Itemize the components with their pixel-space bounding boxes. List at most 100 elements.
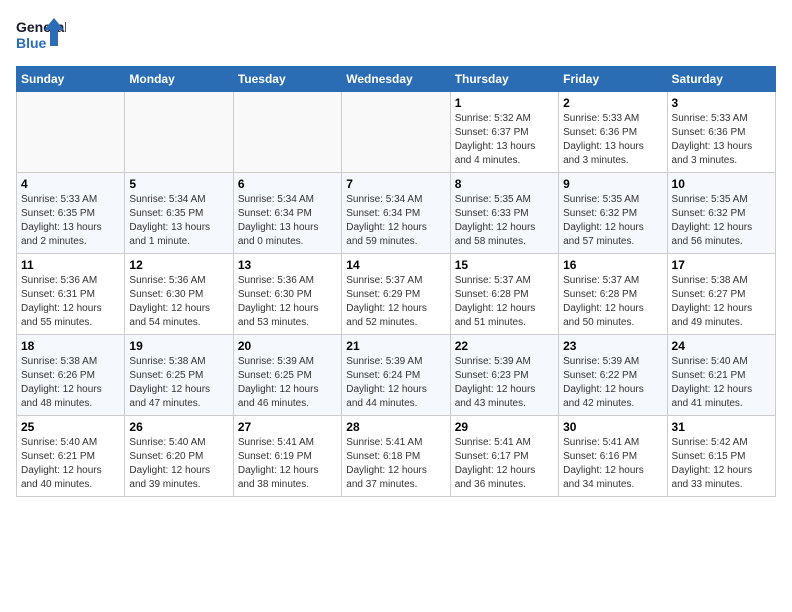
- day-number: 1: [455, 96, 554, 110]
- calendar-cell: 13 Sunrise: 5:36 AM Sunset: 6:30 PM Dayli…: [233, 254, 341, 335]
- day-info: Sunrise: 5:32 AM Sunset: 6:37 PM Dayligh…: [455, 112, 554, 168]
- day-number: 8: [455, 177, 554, 191]
- calendar-cell: 26 Sunrise: 5:40 AM Sunset: 6:20 PM Dayli…: [125, 416, 233, 497]
- day-info: Sunrise: 5:40 AM Sunset: 6:21 PM Dayligh…: [672, 355, 771, 411]
- day-number: 9: [563, 177, 662, 191]
- calendar-cell: 29 Sunrise: 5:41 AM Sunset: 6:17 PM Dayli…: [450, 416, 558, 497]
- calendar-cell: 20 Sunrise: 5:39 AM Sunset: 6:25 PM Dayli…: [233, 335, 341, 416]
- calendar-cell: 24 Sunrise: 5:40 AM Sunset: 6:21 PM Dayli…: [667, 335, 775, 416]
- calendar-cell: 23 Sunrise: 5:39 AM Sunset: 6:22 PM Dayli…: [559, 335, 667, 416]
- day-info: Sunrise: 5:35 AM Sunset: 6:32 PM Dayligh…: [672, 193, 771, 249]
- day-info: Sunrise: 5:33 AM Sunset: 6:36 PM Dayligh…: [672, 112, 771, 168]
- day-info: Sunrise: 5:38 AM Sunset: 6:25 PM Dayligh…: [129, 355, 228, 411]
- calendar-cell: 14 Sunrise: 5:37 AM Sunset: 6:29 PM Dayli…: [342, 254, 450, 335]
- calendar-cell: 6 Sunrise: 5:34 AM Sunset: 6:34 PM Daylig…: [233, 173, 341, 254]
- calendar-cell: 3 Sunrise: 5:33 AM Sunset: 6:36 PM Daylig…: [667, 92, 775, 173]
- day-number: 15: [455, 258, 554, 272]
- day-number: 22: [455, 339, 554, 353]
- day-header-thursday: Thursday: [450, 67, 558, 92]
- day-number: 26: [129, 420, 228, 434]
- day-header-sunday: Sunday: [17, 67, 125, 92]
- calendar-table: SundayMondayTuesdayWednesdayThursdayFrid…: [16, 66, 776, 497]
- calendar-week-1: 1 Sunrise: 5:32 AM Sunset: 6:37 PM Daylig…: [17, 92, 776, 173]
- day-number: 25: [21, 420, 120, 434]
- day-number: 20: [238, 339, 337, 353]
- calendar-cell: 19 Sunrise: 5:38 AM Sunset: 6:25 PM Dayli…: [125, 335, 233, 416]
- day-number: 3: [672, 96, 771, 110]
- calendar-week-2: 4 Sunrise: 5:33 AM Sunset: 6:35 PM Daylig…: [17, 173, 776, 254]
- calendar-cell: 18Sunrise: 5:38 AM Sunset: 6:26 PM Dayli…: [17, 335, 125, 416]
- day-header-saturday: Saturday: [667, 67, 775, 92]
- day-info: Sunrise: 5:34 AM Sunset: 6:35 PM Dayligh…: [129, 193, 228, 249]
- day-number: 24: [672, 339, 771, 353]
- day-number: 10: [672, 177, 771, 191]
- calendar-cell: 27Sunrise: 5:41 AM Sunset: 6:19 PM Dayli…: [233, 416, 341, 497]
- day-info: Sunrise: 5:36 AM Sunset: 6:31 PM Dayligh…: [21, 274, 120, 330]
- day-number: 11: [21, 258, 120, 272]
- day-number: 29: [455, 420, 554, 434]
- day-info: Sunrise: 5:34 AM Sunset: 6:34 PM Dayligh…: [346, 193, 445, 249]
- day-info: Sunrise: 5:35 AM Sunset: 6:33 PM Dayligh…: [455, 193, 554, 249]
- day-info: Sunrise: 5:36 AM Sunset: 6:30 PM Dayligh…: [238, 274, 337, 330]
- day-number: 23: [563, 339, 662, 353]
- svg-text:Blue: Blue: [16, 35, 47, 51]
- calendar-cell: 4 Sunrise: 5:33 AM Sunset: 6:35 PM Daylig…: [17, 173, 125, 254]
- day-number: 31: [672, 420, 771, 434]
- day-info: Sunrise: 5:34 AM Sunset: 6:34 PM Dayligh…: [238, 193, 337, 249]
- calendar-cell: 28Sunrise: 5:41 AM Sunset: 6:18 PM Dayli…: [342, 416, 450, 497]
- day-number: 28: [346, 420, 445, 434]
- day-header-tuesday: Tuesday: [233, 67, 341, 92]
- calendar-cell: 11 Sunrise: 5:36 AM Sunset: 6:31 PM Dayli…: [17, 254, 125, 335]
- calendar-cell: 22Sunrise: 5:39 AM Sunset: 6:23 PM Dayli…: [450, 335, 558, 416]
- day-info: Sunrise: 5:33 AM Sunset: 6:36 PM Dayligh…: [563, 112, 662, 168]
- calendar-cell: [342, 92, 450, 173]
- calendar-header-row: SundayMondayTuesdayWednesdayThursdayFrid…: [17, 67, 776, 92]
- calendar-week-3: 11 Sunrise: 5:36 AM Sunset: 6:31 PM Dayli…: [17, 254, 776, 335]
- day-info: Sunrise: 5:41 AM Sunset: 6:17 PM Dayligh…: [455, 436, 554, 492]
- day-info: Sunrise: 5:35 AM Sunset: 6:32 PM Dayligh…: [563, 193, 662, 249]
- day-number: 30: [563, 420, 662, 434]
- calendar-cell: 31 Sunrise: 5:42 AM Sunset: 6:15 PM Dayli…: [667, 416, 775, 497]
- day-number: 7: [346, 177, 445, 191]
- day-info: Sunrise: 5:33 AM Sunset: 6:35 PM Dayligh…: [21, 193, 120, 249]
- day-info: Sunrise: 5:40 AM Sunset: 6:21 PM Dayligh…: [21, 436, 120, 492]
- day-number: 14: [346, 258, 445, 272]
- day-number: 4: [21, 177, 120, 191]
- day-number: 16: [563, 258, 662, 272]
- calendar-cell: 1 Sunrise: 5:32 AM Sunset: 6:37 PM Daylig…: [450, 92, 558, 173]
- day-number: 27: [238, 420, 337, 434]
- day-header-monday: Monday: [125, 67, 233, 92]
- day-info: Sunrise: 5:41 AM Sunset: 6:16 PM Dayligh…: [563, 436, 662, 492]
- day-header-wednesday: Wednesday: [342, 67, 450, 92]
- day-info: Sunrise: 5:37 AM Sunset: 6:29 PM Dayligh…: [346, 274, 445, 330]
- calendar-cell: [17, 92, 125, 173]
- calendar-cell: 8 Sunrise: 5:35 AM Sunset: 6:33 PM Daylig…: [450, 173, 558, 254]
- day-number: 18: [21, 339, 120, 353]
- day-info: Sunrise: 5:36 AM Sunset: 6:30 PM Dayligh…: [129, 274, 228, 330]
- day-info: Sunrise: 5:38 AM Sunset: 6:27 PM Dayligh…: [672, 274, 771, 330]
- calendar-cell: 25 Sunrise: 5:40 AM Sunset: 6:21 PM Dayli…: [17, 416, 125, 497]
- calendar-cell: 21Sunrise: 5:39 AM Sunset: 6:24 PM Dayli…: [342, 335, 450, 416]
- calendar-week-5: 25 Sunrise: 5:40 AM Sunset: 6:21 PM Dayli…: [17, 416, 776, 497]
- page-header: General Blue: [16, 16, 776, 58]
- calendar-cell: 10 Sunrise: 5:35 AM Sunset: 6:32 PM Dayli…: [667, 173, 775, 254]
- day-info: Sunrise: 5:39 AM Sunset: 6:22 PM Dayligh…: [563, 355, 662, 411]
- day-number: 6: [238, 177, 337, 191]
- calendar-cell: [125, 92, 233, 173]
- day-info: Sunrise: 5:39 AM Sunset: 6:25 PM Dayligh…: [238, 355, 337, 411]
- calendar-cell: 17Sunrise: 5:38 AM Sunset: 6:27 PM Dayli…: [667, 254, 775, 335]
- day-number: 19: [129, 339, 228, 353]
- day-number: 13: [238, 258, 337, 272]
- calendar-cell: 30 Sunrise: 5:41 AM Sunset: 6:16 PM Dayli…: [559, 416, 667, 497]
- day-number: 21: [346, 339, 445, 353]
- calendar-cell: 9 Sunrise: 5:35 AM Sunset: 6:32 PM Daylig…: [559, 173, 667, 254]
- day-info: Sunrise: 5:37 AM Sunset: 6:28 PM Dayligh…: [455, 274, 554, 330]
- calendar-cell: [233, 92, 341, 173]
- day-number: 5: [129, 177, 228, 191]
- day-info: Sunrise: 5:40 AM Sunset: 6:20 PM Dayligh…: [129, 436, 228, 492]
- logo: General Blue: [16, 16, 66, 58]
- day-number: 2: [563, 96, 662, 110]
- day-info: Sunrise: 5:37 AM Sunset: 6:28 PM Dayligh…: [563, 274, 662, 330]
- day-info: Sunrise: 5:42 AM Sunset: 6:15 PM Dayligh…: [672, 436, 771, 492]
- day-number: 12: [129, 258, 228, 272]
